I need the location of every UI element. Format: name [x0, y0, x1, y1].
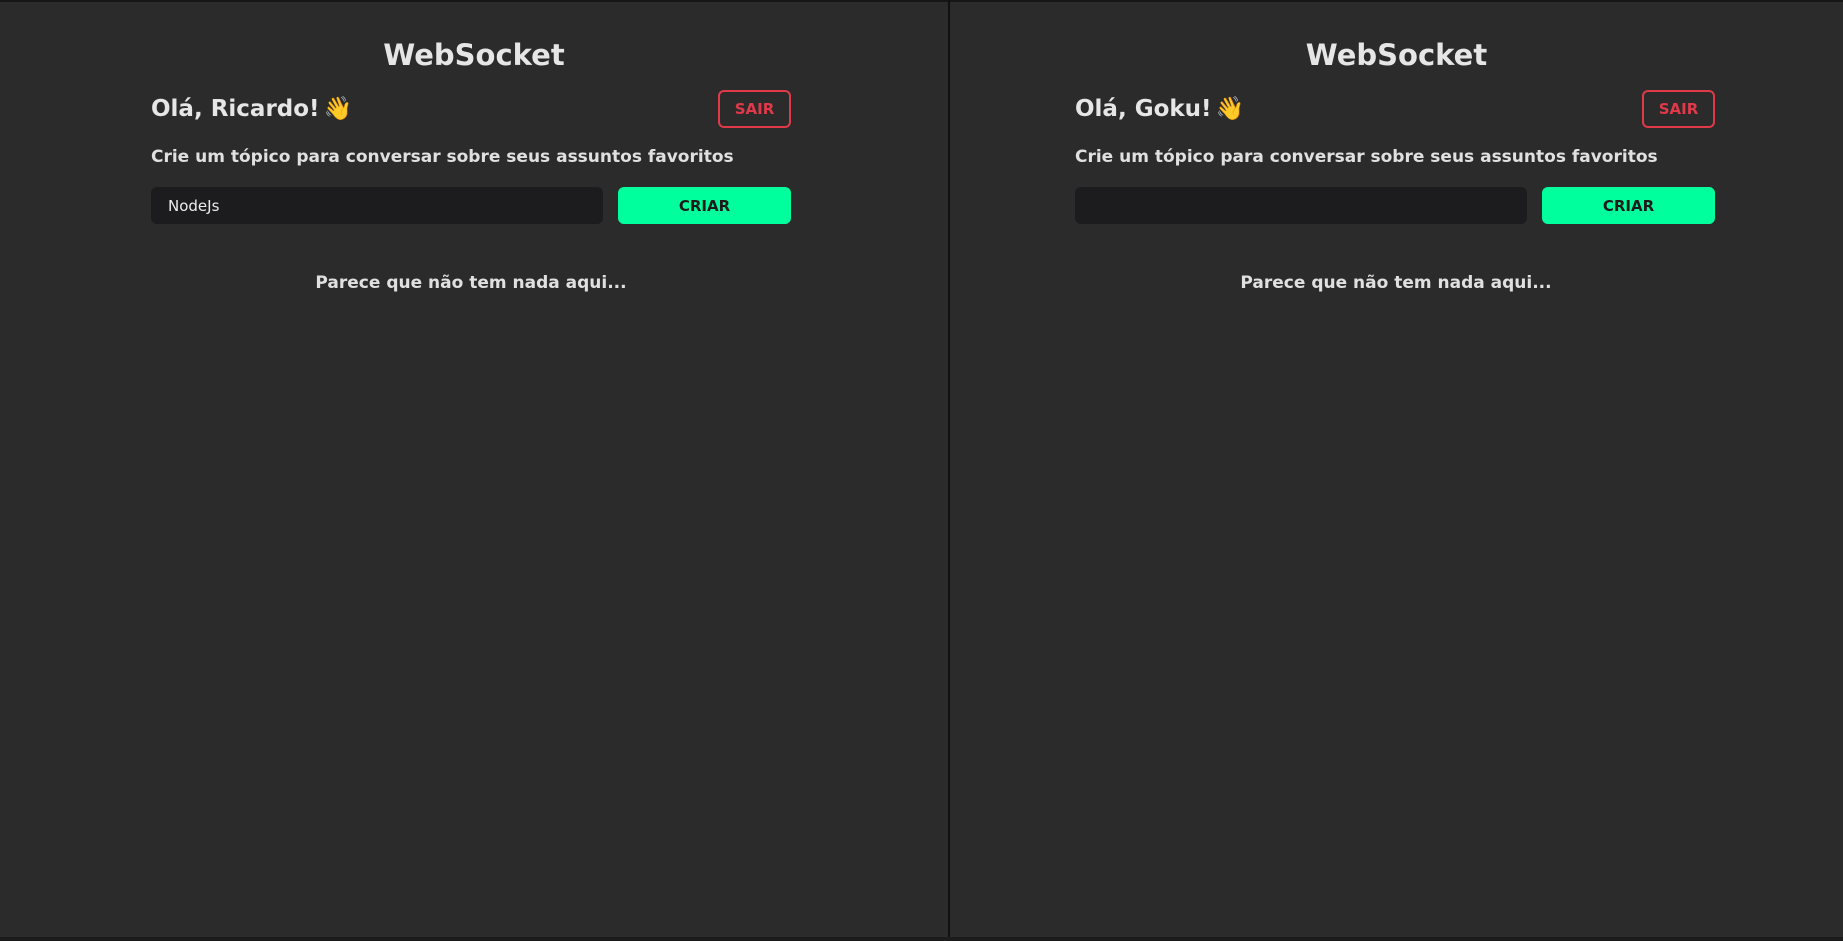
waving-hand-icon: 👋 — [1215, 96, 1245, 122]
greeting-text: Olá, Ricardo! — [151, 96, 320, 122]
app-title: WebSocket — [383, 38, 565, 72]
logout-button[interactable]: SAIR — [718, 90, 791, 128]
app-title: WebSocket — [1305, 38, 1488, 72]
greeting-heading: Olá, Ricardo! 👋 — [151, 94, 352, 124]
browser-window-right: WebSocket Olá, Goku! 👋 SAIR Crie um tópic… — [950, 2, 1843, 937]
browser-window-left: WebSocket Olá, Ricardo! 👋 SAIR Crie um tó… — [0, 2, 948, 937]
create-topic-button[interactable]: CRIAR — [1542, 187, 1715, 224]
create-topic-subtitle: Crie um tópico para conversar sobre seus… — [1075, 147, 1658, 167]
screen: WebSocket Olá, Ricardo! 👋 SAIR Crie um tó… — [0, 0, 1843, 941]
topic-input[interactable] — [1075, 187, 1527, 224]
greeting-heading: Olá, Goku! 👋 — [1075, 94, 1244, 124]
screen-bottom-edge — [0, 937, 1843, 941]
logout-button[interactable]: SAIR — [1642, 90, 1715, 128]
empty-topics-message: Parece que não tem nada aqui... — [1240, 273, 1552, 293]
empty-topics-message: Parece que não tem nada aqui... — [315, 273, 627, 293]
create-topic-button[interactable]: CRIAR — [618, 187, 791, 224]
waving-hand-icon: 👋 — [323, 96, 353, 122]
create-topic-subtitle: Crie um tópico para conversar sobre seus… — [151, 147, 734, 167]
topic-input[interactable] — [151, 187, 603, 224]
greeting-text: Olá, Goku! — [1075, 96, 1212, 122]
